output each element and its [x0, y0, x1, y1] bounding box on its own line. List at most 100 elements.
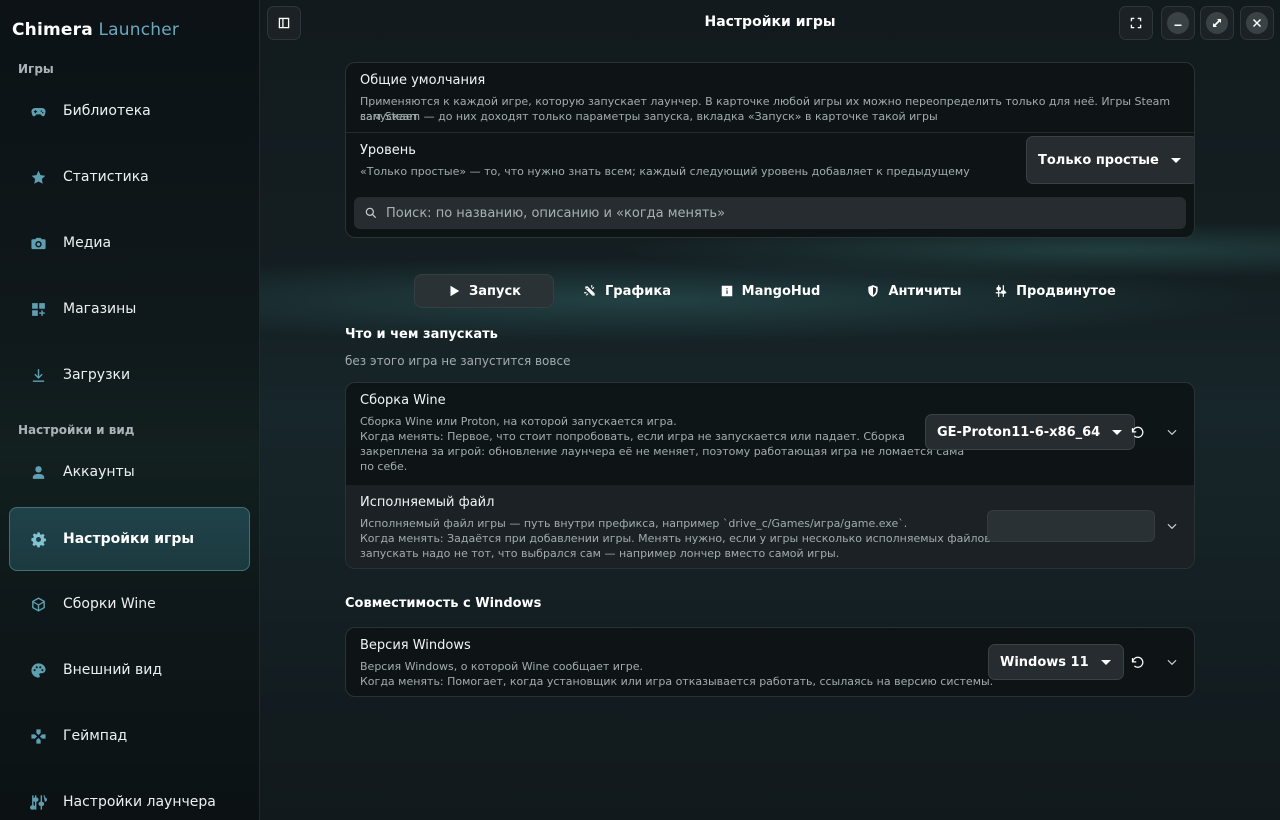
close-window-button[interactable]	[1240, 6, 1274, 40]
settings-search[interactable]	[354, 197, 1186, 229]
wine-build-desc4: по себе.	[360, 460, 408, 473]
compat-section-title: Совместимость с Windows	[345, 596, 542, 611]
search-input[interactable]	[386, 205, 1166, 221]
sidebar-item-wine-builds[interactable]: Сборки Wine	[9, 573, 250, 635]
cube-icon	[29, 595, 47, 613]
tab-label: Запуск	[469, 283, 521, 299]
wine-build-expand-button[interactable]	[1160, 420, 1184, 444]
sidebar-item-label: Настройки лаунчера	[63, 794, 216, 810]
level-dropdown[interactable]: Только простые	[1026, 136, 1194, 184]
defaults-desc-line2: сам Steam — до них доходят только параме…	[360, 110, 938, 123]
palette-icon	[29, 661, 47, 679]
sidebar-item-game-settings[interactable]: Настройки игры	[9, 507, 250, 571]
wine-build-value: GE-Proton11-6-x86_64	[937, 424, 1101, 440]
executable-title: Исполняемый файл	[360, 495, 495, 510]
divider	[346, 132, 1194, 133]
wine-build-desc3: закреплена за игрой: обновление лаунчера…	[360, 445, 965, 458]
wine-build-title: Сборка Wine	[360, 393, 446, 408]
user-icon	[29, 463, 47, 481]
tab-label: MangoHud	[741, 283, 821, 299]
sidebar-item-label: Аккаунты	[63, 464, 135, 480]
sidebar-item-label: Статистика	[63, 169, 149, 185]
gear-icon	[29, 530, 47, 548]
maximize-icon	[1206, 12, 1228, 34]
sidebar-item-media[interactable]: Медиа	[9, 212, 250, 274]
defaults-card: Общие умолчания Применяются к каждой игр…	[345, 62, 1195, 238]
apps-icon	[29, 300, 47, 318]
sidebar-item-statistics[interactable]: Статистика	[9, 146, 250, 208]
minimize-button[interactable]	[1161, 6, 1195, 40]
sidebar-item-library[interactable]: Библиотека	[9, 80, 250, 142]
wine-build-dropdown[interactable]: GE-Proton11-6-x86_64	[925, 414, 1136, 450]
maximize-button[interactable]	[1200, 6, 1234, 40]
tab-launch[interactable]: Запуск	[414, 274, 554, 308]
chevron-down-icon	[1165, 425, 1179, 439]
sidebar-item-label: Настройки игры	[63, 531, 195, 547]
fullscreen-icon	[1129, 16, 1143, 30]
tab-advanced[interactable]: Продвинутое	[990, 274, 1120, 308]
launch-section-title: Что и чем запускать	[345, 327, 498, 342]
winver-desc2: Когда менять: Помогает, когда установщик…	[360, 675, 994, 688]
sidebar-item-downloads[interactable]: Загрузки	[9, 344, 250, 406]
undo-icon	[1130, 425, 1145, 440]
fullscreen-button[interactable]	[1119, 6, 1153, 40]
executable-desc2: Когда менять: Задаётся при добавлении иг…	[360, 532, 1002, 545]
graphics-icon	[583, 284, 605, 298]
tab-label: Античиты	[888, 283, 962, 299]
sidebar-item-label: Магазины	[63, 301, 137, 317]
star-icon	[29, 168, 47, 186]
advanced-icon	[994, 284, 1016, 298]
brand-main: Chimera	[12, 20, 93, 40]
dpad-icon	[29, 727, 47, 745]
sidebar-item-label: Геймпад	[63, 728, 128, 744]
sidebar-item-launcher-settings[interactable]: Настройки лаунчера	[9, 771, 250, 820]
sidebar-item-stores[interactable]: Магазины	[9, 278, 250, 340]
undo-icon	[1130, 655, 1145, 670]
sidebar-item-label: Сборки Wine	[63, 596, 156, 612]
windows-version-expand-button[interactable]	[1160, 650, 1184, 674]
info-icon	[720, 284, 742, 298]
executable-desc1: Исполняемый файл игры — путь внутри преф…	[360, 517, 908, 530]
windows-version-dropdown[interactable]: Windows 11	[988, 644, 1124, 680]
gamepad-icon	[29, 102, 47, 120]
settings-cog-icon	[29, 793, 47, 811]
level-dropdown-value: Только простые	[1038, 152, 1159, 168]
download-icon	[29, 366, 47, 384]
sidebar-item-appearance[interactable]: Внешний вид	[9, 639, 250, 701]
tab-anticheat[interactable]: Античиты	[856, 274, 972, 308]
tab-label: Продвинутое	[1016, 283, 1116, 299]
tab-label: Графика	[605, 283, 671, 299]
chevron-down-icon	[1170, 157, 1181, 163]
launch-card: Сборка Wine Сборка Wine или Proton, на к…	[345, 382, 1195, 569]
play-icon	[447, 284, 469, 298]
executable-desc3: запускать надо не тот, что выбрался сам …	[360, 547, 840, 560]
windows-version-value: Windows 11	[1000, 654, 1089, 670]
sidebar-item-accounts[interactable]: Аккаунты	[9, 441, 250, 503]
sidebar: Chimera Launcher Игры Библиотека Статист…	[0, 0, 260, 820]
search-icon	[364, 206, 386, 220]
chevron-down-icon	[1112, 429, 1123, 435]
tab-graphics[interactable]: Графика	[572, 274, 682, 308]
executable-row: Исполняемый файл Исполняемый файл игры —…	[346, 485, 1194, 568]
launch-section-subtitle: без этого игра не запустится вовсе	[345, 354, 571, 368]
close-icon	[1246, 12, 1268, 34]
wine-build-reset-button[interactable]	[1125, 420, 1149, 444]
sidebar-item-label: Медиа	[63, 235, 112, 251]
chevron-down-icon	[1165, 655, 1179, 669]
chevron-down-icon	[1165, 519, 1179, 533]
chevron-down-icon	[1100, 659, 1111, 665]
camera-icon	[29, 234, 47, 252]
wine-build-desc2: Когда менять: Первое, что стоит попробов…	[360, 430, 905, 443]
executable-path-input[interactable]	[987, 510, 1155, 542]
executable-expand-button[interactable]	[1160, 514, 1184, 538]
wine-build-row: Сборка Wine Сборка Wine или Proton, на к…	[346, 383, 1194, 485]
tab-mangohud[interactable]: MangoHud	[710, 274, 830, 308]
defaults-title: Общие умолчания	[360, 73, 486, 88]
sidebar-section-games: Игры	[18, 62, 54, 76]
compat-card: Версия Windows Версия Windows, о которой…	[345, 627, 1195, 697]
wine-build-desc1: Сборка Wine или Proton, на которой запус…	[360, 415, 677, 428]
sidebar-item-label: Библиотека	[63, 103, 151, 119]
level-title: Уровень	[360, 143, 416, 158]
windows-version-reset-button[interactable]	[1125, 650, 1149, 674]
sidebar-item-gamepad[interactable]: Геймпад	[9, 705, 250, 767]
